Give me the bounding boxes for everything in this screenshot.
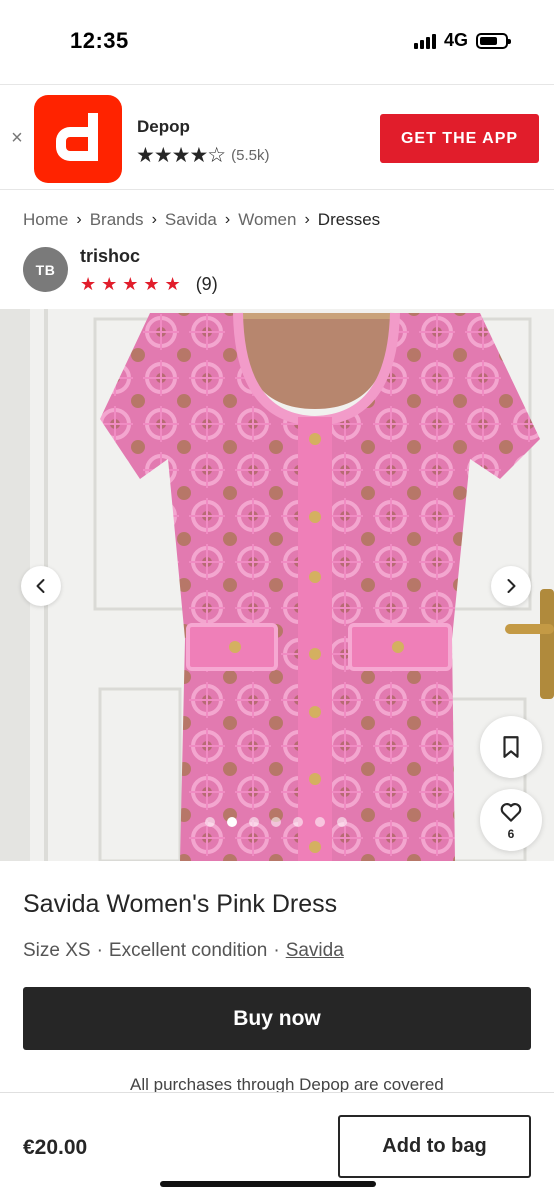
chevron-right-icon: ›	[304, 211, 310, 228]
like-count: 6	[507, 827, 515, 841]
previous-image-button[interactable]	[21, 566, 61, 606]
pagination-dot[interactable]	[249, 817, 259, 827]
pagination-dot-active[interactable]	[227, 817, 237, 827]
pagination-dot[interactable]	[315, 817, 325, 827]
get-the-app-button[interactable]: GET THE APP	[380, 114, 539, 163]
add-to-bag-button[interactable]: Add to bag	[338, 1115, 531, 1178]
breadcrumb-women[interactable]: Women	[238, 210, 296, 230]
product-photo	[0, 309, 554, 861]
pagination-dot[interactable]	[293, 817, 303, 827]
breadcrumb-home[interactable]: Home	[23, 210, 68, 230]
seller-rating: ★★★★★ (9)	[80, 274, 218, 295]
meta-separator: ·	[273, 940, 280, 961]
product-title: Savida Women's Pink Dress	[23, 890, 338, 918]
status-bar: 12:35 4G	[0, 0, 554, 84]
product-condition: Excellent condition	[108, 940, 268, 961]
next-image-button[interactable]	[491, 566, 531, 606]
product-size: Size XS	[23, 940, 91, 961]
app-rating: ★★★★☆ (5.5k)	[136, 143, 269, 168]
pagination-dot[interactable]	[337, 817, 347, 827]
seller-rating-stars: ★★★★★	[80, 274, 186, 294]
status-indicators: 4G	[413, 30, 511, 51]
avatar[interactable]: TB	[23, 247, 68, 292]
meta-separator: ·	[96, 940, 103, 961]
app-install-banner: × Depop ★★★★☆ (5.5k) GET THE APP	[0, 84, 554, 190]
buy-now-button[interactable]: Buy now	[23, 987, 531, 1050]
pagination-dot[interactable]	[271, 817, 281, 827]
status-time: 12:35	[70, 28, 129, 53]
signal-icon	[413, 33, 436, 49]
product-image-gallery[interactable]: 6	[0, 309, 554, 861]
depop-logo-icon[interactable]	[34, 95, 122, 183]
close-icon[interactable]: ×	[8, 128, 26, 148]
app-rating-stars: ★★★★☆	[136, 144, 226, 167]
product-meta: Size XS · Excellent condition · Savida	[23, 940, 344, 962]
brand-link[interactable]: Savida	[286, 940, 344, 962]
battery-icon	[476, 32, 511, 49]
breadcrumb-savida[interactable]: Savida	[165, 210, 217, 230]
heart-icon	[500, 803, 522, 822]
chevron-left-icon	[36, 579, 45, 593]
seller-review-count: (9)	[195, 274, 218, 294]
breadcrumb-dresses[interactable]: Dresses	[318, 210, 380, 230]
chevron-right-icon: ›	[151, 211, 157, 228]
chevron-right-icon: ›	[224, 211, 231, 228]
like-button[interactable]: 6	[480, 789, 542, 851]
pagination-dot[interactable]	[205, 817, 215, 827]
image-pagination-dots	[205, 817, 347, 827]
breadcrumb: Home › Brands › Savida › Women › Dresses	[23, 210, 380, 230]
home-indicator[interactable]	[160, 1181, 376, 1187]
save-button[interactable]	[480, 716, 542, 778]
chevron-right-icon	[507, 579, 516, 593]
network-type: 4G	[443, 30, 468, 50]
bookmark-icon	[503, 736, 519, 758]
breadcrumb-brands[interactable]: Brands	[90, 210, 144, 230]
chevron-right-icon: ›	[76, 211, 82, 228]
seller-username[interactable]: trishoc	[80, 246, 140, 267]
app-name: Depop	[137, 117, 190, 136]
app-rating-count: (5.5k)	[231, 147, 270, 164]
price: €20.00	[23, 1136, 88, 1159]
